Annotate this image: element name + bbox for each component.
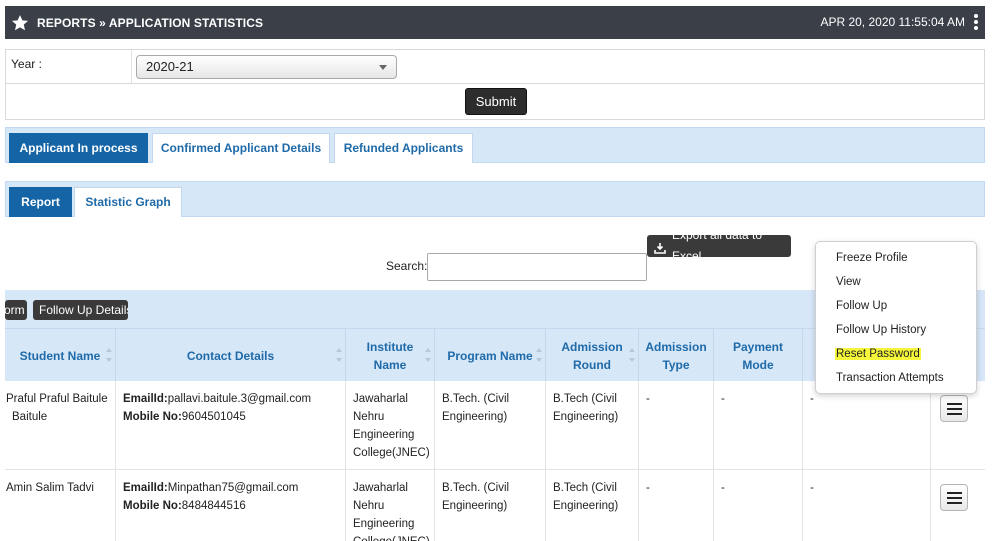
col-admission-type[interactable]: Admission Type [639, 329, 714, 382]
table-row: Amin Salim Tadvi EmailId:Minpathan75@gma… [5, 470, 985, 541]
mobile-value: 8484844516 [181, 500, 246, 512]
sort-icon [536, 348, 542, 362]
year-filter-row: Year : 2020-21 [5, 49, 985, 84]
table-row: Praful Praful Baitule Baitule EmailId:pa… [5, 381, 985, 470]
cell-round: B.Tech (Civil Engineering) [546, 470, 639, 541]
download-icon [654, 240, 666, 254]
cell-type: - [639, 381, 714, 470]
cell-institute: Jawaharlal Nehru Engineering College(JNE… [346, 470, 435, 541]
tab-report[interactable]: Report [9, 187, 72, 217]
mobile-label: Mobile No: [123, 500, 182, 512]
col-payment-mode[interactable]: Payment Mode [714, 329, 803, 382]
year-select[interactable]: 2020-21 [136, 55, 397, 79]
search-label: Search: [386, 259, 428, 273]
menu-item-freeze-profile[interactable]: Freeze Profile [836, 252, 908, 264]
page-title: REPORTS » APPLICATION STATISTICS [37, 15, 264, 30]
col-contact-details[interactable]: Contact Details [116, 329, 346, 382]
star-icon [10, 13, 30, 33]
col-admission-round[interactable]: Admission Round [546, 329, 639, 382]
year-label: Year : [11, 57, 42, 71]
email-label: EmailId: [123, 393, 168, 405]
search-input[interactable] [427, 253, 647, 281]
top-header-bar: REPORTS » APPLICATION STATISTICS APR 20,… [5, 6, 985, 39]
col-student-name-label: Student Name [19, 348, 101, 363]
menu-item-follow-up-history[interactable]: Follow Up History [836, 324, 926, 336]
chevron-down-icon [379, 65, 387, 70]
menu-item-reset-password[interactable]: Reset Password [835, 348, 921, 360]
sort-icon [629, 348, 635, 362]
cell-student-name: Amin Salim Tadvi [5, 470, 116, 541]
cell-contact-details: EmailId:Minpathan75@gmail.com Mobile No:… [116, 470, 346, 541]
export-excel-button[interactable]: Export all data to Excel [647, 228, 791, 263]
sort-icon [336, 348, 342, 362]
sort-icon [106, 348, 112, 362]
form-button[interactable]: orm [5, 300, 27, 320]
cell-payment: - [714, 470, 803, 541]
header-datetime: APR 20, 2020 11:55:04 AM [820, 15, 965, 29]
email-label: EmailId: [123, 482, 168, 494]
primary-tab-bar: Applicant In process Confirmed Applicant… [5, 127, 985, 163]
cell-payment: - [714, 381, 803, 470]
cell-round: B.Tech (Civil Engineering) [546, 381, 639, 470]
cell-program: B.Tech. (Civil Engineering) [435, 381, 546, 470]
cell-student-name: Praful Praful Baitule Baitule [5, 381, 116, 470]
tab-refunded-applicants[interactable]: Refunded Applicants [334, 133, 473, 163]
secondary-tab-bar: Report Statistic Graph [5, 181, 985, 217]
row-actions-menu-button[interactable] [940, 484, 968, 511]
email-value: pallavi.baitule.3@gmail.com [167, 393, 312, 405]
cell-program: B.Tech. (Civil Engineering) [435, 470, 546, 541]
menu-item-transaction-attempts[interactable]: Transaction Attempts [836, 372, 944, 384]
mobile-value: 9604501045 [181, 411, 246, 423]
email-value: Minpathan75@gmail.com [167, 482, 299, 494]
kebab-menu-icon[interactable] [973, 14, 979, 30]
cell-extra: - [803, 470, 931, 541]
cell-contact-details: EmailId:pallavi.baitule.3@gmail.com Mobi… [116, 381, 346, 470]
col-student-name[interactable]: Student Name [5, 329, 116, 382]
col-contact-details-label: Contact Details [186, 348, 275, 363]
tab-confirmed-applicant-details[interactable]: Confirmed Applicant Details [152, 133, 330, 163]
col-admission-round-label: Admission Round [561, 339, 623, 372]
submit-button[interactable]: Submit [465, 88, 527, 115]
menu-item-view[interactable]: View [836, 276, 861, 288]
year-select-value: 2020-21 [146, 59, 194, 74]
cell-extra: - [803, 381, 931, 470]
cell-type: - [639, 470, 714, 541]
row-actions-menu-button[interactable] [940, 395, 968, 422]
row-actions-dropdown: Freeze Profile View Follow Up Follow Up … [815, 241, 977, 394]
export-excel-label: Export all data to Excel [672, 228, 763, 263]
submit-row: Submit [5, 84, 985, 120]
mobile-label: Mobile No: [123, 411, 182, 423]
col-payment-mode-label: Payment Mode [732, 339, 784, 372]
col-program-name-label: Program Name [447, 348, 533, 363]
col-institute-name[interactable]: Institute Name [346, 329, 435, 382]
year-divider [131, 50, 132, 83]
menu-item-follow-up[interactable]: Follow Up [836, 300, 887, 312]
sort-icon [425, 348, 431, 362]
col-institute-name-label: Institute Name [366, 339, 414, 372]
cell-institute: Jawaharlal Nehru Engineering College(JNE… [346, 381, 435, 470]
follow-up-details-button[interactable]: Follow Up Details [33, 300, 128, 320]
col-admission-type-label: Admission Type [645, 339, 707, 372]
tab-applicant-in-process[interactable]: Applicant In process [9, 133, 148, 163]
col-program-name[interactable]: Program Name [435, 329, 546, 382]
tab-statistic-graph[interactable]: Statistic Graph [74, 187, 182, 217]
